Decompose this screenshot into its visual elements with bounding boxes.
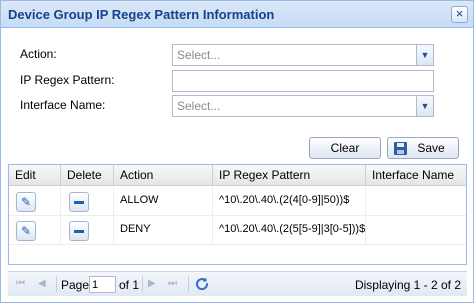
device-group-ip-regex-window: Device Group IP Regex Pattern Informatio… [0, 0, 474, 303]
chevron-down-icon: ▼ [420, 50, 430, 60]
interface-name-combo[interactable]: Select... ▼ [172, 95, 434, 117]
last-page-icon[interactable]: ⏭ [168, 277, 177, 291]
table-row[interactable]: ✎ DENY ^10\.20\.40\.(2(5[5-9]|3[0-5]))$ [9, 216, 466, 245]
edit-button[interactable]: ✎ [16, 192, 36, 212]
action-combo-trigger[interactable]: ▼ [416, 45, 433, 65]
regex-pattern-grid: Edit Delete Action IP Regex Pattern Inte… [8, 164, 467, 265]
clear-button-label: Clear [330, 141, 360, 155]
chevron-down-icon: ▼ [420, 101, 430, 111]
grid-header: Edit Delete Action IP Regex Pattern Inte… [9, 165, 466, 186]
page-label: Page [61, 278, 90, 292]
first-page-icon[interactable]: ⏮ [16, 277, 25, 291]
floppy-disk-icon [394, 142, 407, 155]
interface-name-label: Interface Name: [20, 98, 106, 112]
delete-button[interactable] [69, 192, 89, 212]
minus-icon [74, 201, 84, 204]
minus-icon [74, 230, 84, 233]
ip-regex-pattern-cell: ^10\.20\.40\.(2(4[0-9]|50))$ [213, 187, 366, 216]
edit-button[interactable]: ✎ [16, 221, 36, 241]
display-info: Displaying 1 - 2 of 2 [354, 278, 461, 292]
pencil-icon: ✎ [21, 195, 32, 209]
action-combo-placeholder: Select... [177, 48, 221, 62]
toolbar-separator [56, 276, 57, 292]
paging-toolbar: ⏮ ◀ Page of 1 ▶ ⏭ Displaying 1 - 2 of 2 [8, 271, 467, 296]
ip-regex-pattern-cell: ^10\.20\.40\.(2(5[5-9]|3[0-5]))$ [213, 216, 366, 245]
save-button[interactable]: Save [387, 137, 459, 159]
action-cell: DENY [114, 216, 213, 245]
action-value: DENY [120, 223, 151, 235]
action-label: Action: [20, 47, 57, 61]
column-header-action[interactable]: Action [114, 165, 213, 186]
pencil-icon: ✎ [21, 224, 32, 238]
action-combo[interactable]: Select... ▼ [172, 44, 434, 66]
page-count-label: of 1 [119, 278, 140, 292]
refresh-icon[interactable] [194, 276, 210, 292]
ip-regex-pattern-input[interactable] [172, 70, 434, 92]
action-value: ALLOW [120, 194, 159, 206]
current-page-input[interactable] [89, 276, 116, 293]
ip-regex-pattern-value: ^10\.20\.40\.(2(4[0-9]|50))$ [219, 194, 350, 206]
ip-regex-pattern-value: ^10\.20\.40\.(2(5[5-9]|3[0-5]))$ [219, 223, 366, 235]
ip-regex-pattern-label: IP Regex Pattern: [20, 73, 115, 87]
column-header-delete[interactable]: Delete [61, 165, 114, 186]
interface-name-cell [366, 216, 466, 245]
column-header-ip-regex-pattern[interactable]: IP Regex Pattern [213, 165, 366, 186]
toolbar-separator [142, 276, 143, 292]
action-cell: ALLOW [114, 187, 213, 216]
next-page-icon[interactable]: ▶ [148, 277, 156, 291]
delete-button[interactable] [69, 221, 89, 241]
edit-cell: ✎ [9, 216, 61, 245]
prev-page-icon[interactable]: ◀ [38, 277, 46, 291]
delete-cell [61, 216, 114, 245]
interface-name-combo-trigger[interactable]: ▼ [416, 96, 433, 116]
interface-name-combo-placeholder: Select... [177, 99, 221, 113]
toolbar-separator [188, 276, 189, 292]
close-icon: × [455, 6, 464, 21]
table-row[interactable]: ✎ ALLOW ^10\.20\.40\.(2(4[0-9]|50))$ [9, 187, 466, 216]
interface-name-cell [366, 187, 466, 216]
column-header-interface-name[interactable]: Interface Name [366, 165, 466, 186]
save-button-label: Save [417, 141, 445, 155]
window-title: Device Group IP Regex Pattern Informatio… [8, 7, 275, 22]
window-title-bar[interactable]: Device Group IP Regex Pattern Informatio… [1, 1, 473, 28]
edit-cell: ✎ [9, 187, 61, 216]
column-header-edit[interactable]: Edit [9, 165, 61, 186]
close-button[interactable]: × [451, 6, 468, 23]
clear-button[interactable]: Clear [309, 137, 381, 159]
delete-cell [61, 187, 114, 216]
